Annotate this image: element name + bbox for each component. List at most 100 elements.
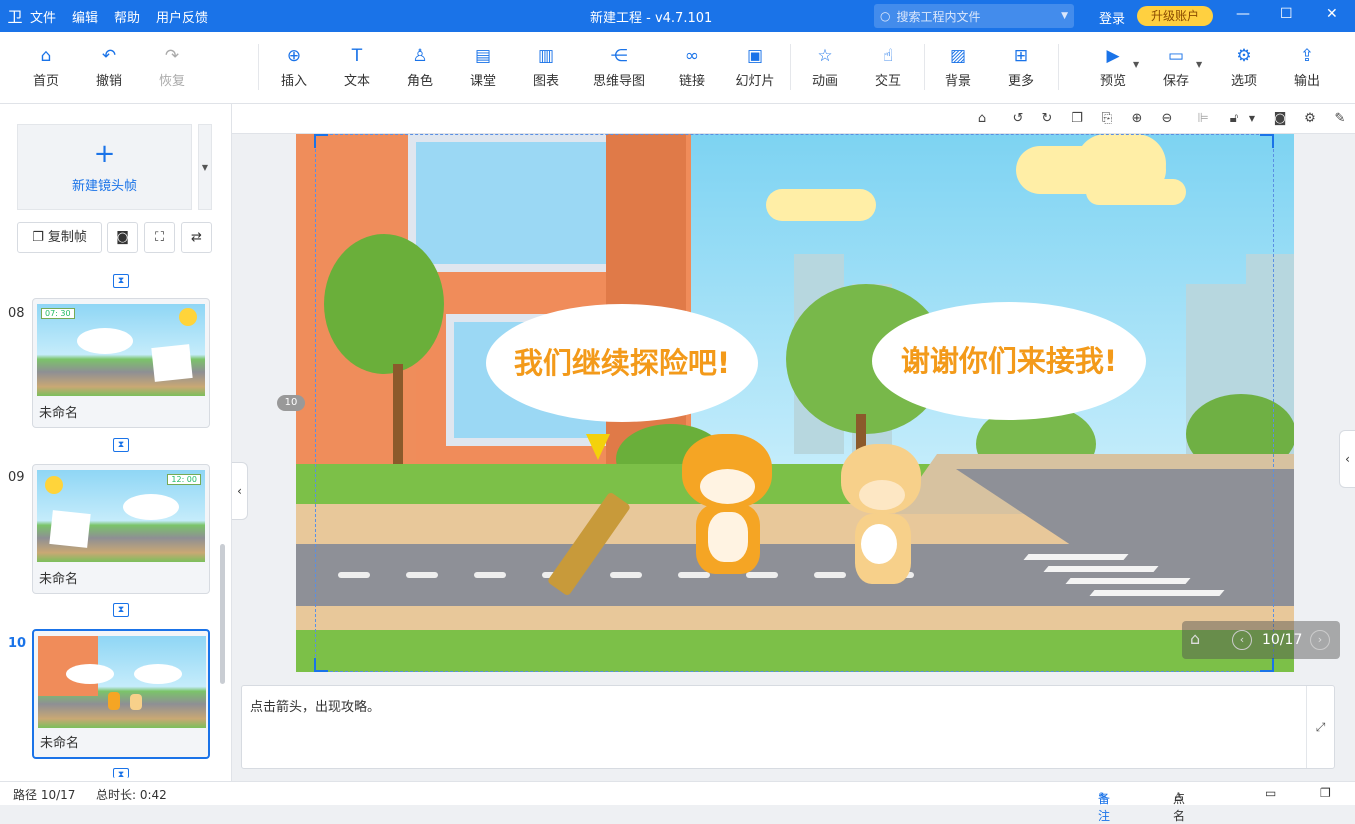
lock-dropdown-icon[interactable]: ▼ xyxy=(1243,110,1261,128)
sidebar-scrollbar[interactable] xyxy=(220,544,225,684)
frame-corner[interactable] xyxy=(1260,134,1274,148)
slide-pager: ⌂ ‹ 10/17 › xyxy=(1182,621,1340,659)
slide-thumbnail[interactable]: 07: 30 未命名 xyxy=(32,298,210,428)
plus-circle-icon: ⊕ xyxy=(286,46,302,66)
zoom-in-icon[interactable]: ⊕ xyxy=(1128,110,1146,128)
lesson-label: 课堂 xyxy=(469,74,496,89)
notes-text[interactable]: 点击箭头，出现攻略。 xyxy=(250,696,380,715)
expand-panel-button[interactable]: ‹ xyxy=(1339,430,1355,488)
align-icon[interactable]: ⊫ xyxy=(1194,110,1212,128)
next-slide-button[interactable]: › xyxy=(1310,630,1330,650)
home-icon[interactable]: ⌂ xyxy=(973,110,991,128)
screen-icon[interactable]: ▭ xyxy=(1265,786,1276,800)
undo-button[interactable]: ↶ 撤销 xyxy=(79,46,139,89)
background-button[interactable]: ▨ 背景 xyxy=(928,46,988,89)
prev-slide-button[interactable]: ‹ xyxy=(1232,630,1252,650)
slideshow-button[interactable]: ▣ 幻灯片 xyxy=(725,46,785,89)
window-icon[interactable]: ❐ xyxy=(1320,786,1331,800)
camera-icon[interactable]: ◙ xyxy=(1271,110,1289,128)
edit-icon[interactable]: ✎ xyxy=(1331,110,1349,128)
mindmap-button[interactable]: ⋲ 思维导图 xyxy=(584,46,654,89)
collapse-sidebar-button[interactable]: ‹ xyxy=(232,462,248,520)
more-button[interactable]: ⊞ 更多 xyxy=(991,46,1051,89)
thumbnail-image xyxy=(38,636,206,728)
save-dropdown-icon[interactable]: ▼ xyxy=(1196,60,1202,69)
rollcall-label: 点名 xyxy=(1173,792,1186,823)
frame-corner[interactable] xyxy=(314,134,328,148)
slide-thumbnail-active[interactable]: 未命名 xyxy=(32,629,210,759)
expand-icon[interactable]: ⤢ xyxy=(1306,686,1334,768)
camera-button[interactable]: ◙ xyxy=(107,222,138,253)
options-button[interactable]: ⚙ 选项 xyxy=(1214,46,1274,89)
paste-icon[interactable]: ⎘ xyxy=(1098,110,1116,128)
text-icon: T xyxy=(351,46,363,66)
sun-icon xyxy=(45,476,63,494)
home-button[interactable]: ⌂ 首页 xyxy=(16,46,76,89)
settings-icon[interactable]: ⚙ xyxy=(1301,110,1319,128)
transition-icon[interactable]: ⧗ xyxy=(113,274,129,288)
slide-number: 10 xyxy=(8,636,27,651)
fit-frame-icon: ⛶ xyxy=(154,230,165,245)
minimize-icon[interactable]: — xyxy=(1236,6,1250,22)
copy-frame-label: 复制帧 xyxy=(47,230,87,245)
chevron-down-icon[interactable]: ▼ xyxy=(1061,11,1068,21)
clock-label: 07: 30 xyxy=(41,308,75,319)
speech-bubble xyxy=(123,494,179,520)
home-icon[interactable]: ⌂ xyxy=(1190,629,1200,648)
main-toolbar: ⌂ 首页 ↶ 撤销 ↷ 恢复 ⊕ 插入 T 文本 ♙ 角色 ▤ 课堂 ▥ 图表 ⋲ 思维导图 ∞ 链… xyxy=(0,32,1355,104)
menu-edit[interactable]: 编辑 xyxy=(72,7,98,26)
lesson-button[interactable]: ▤ 课堂 xyxy=(453,46,513,89)
login-button[interactable]: 登录 xyxy=(1099,8,1125,27)
new-frame-button[interactable]: + 新建镜头帧 xyxy=(17,124,192,210)
zoom-out-icon[interactable]: ⊖ xyxy=(1158,110,1176,128)
notes-panel[interactable]: 点击箭头，出现攻略。 ⤢ xyxy=(241,685,1335,769)
slide-thumbnail[interactable]: 12: 00 未命名 xyxy=(32,464,210,594)
text-button[interactable]: T 文本 xyxy=(327,46,387,89)
rotate-left-icon[interactable]: ↺ xyxy=(1009,110,1027,128)
notes-toggle-label: 备注 xyxy=(1098,792,1111,823)
maximize-icon[interactable]: ☐ xyxy=(1280,6,1293,22)
new-frame-dropdown-icon[interactable]: ▼ xyxy=(198,124,212,210)
insert-label: 插入 xyxy=(280,74,307,89)
role-button[interactable]: ♙ 角色 xyxy=(390,46,450,89)
preview-dropdown-icon[interactable]: ▼ xyxy=(1133,60,1139,69)
search-placeholder: 搜索工程内文件 xyxy=(896,9,981,24)
chart-button[interactable]: ▥ 图表 xyxy=(516,46,576,89)
animation-button[interactable]: ☆ 动画 xyxy=(795,46,855,89)
divider xyxy=(258,44,259,90)
fit-frame-button[interactable]: ⛶ xyxy=(144,222,175,253)
home-icon: ⌂ xyxy=(40,46,52,66)
lock-icon[interactable]: 🔓︎ xyxy=(1225,110,1243,128)
link-button[interactable]: ∞ 链接 xyxy=(662,46,722,89)
frame-corner[interactable] xyxy=(314,658,328,672)
divider xyxy=(790,44,791,90)
copy-frame-button[interactable]: ❐ 复制帧 xyxy=(17,222,102,253)
undo-label: 撤销 xyxy=(95,74,122,89)
interaction-button[interactable]: ☝ 交互 xyxy=(858,46,918,89)
interaction-label: 交互 xyxy=(874,74,901,89)
transition-icon[interactable]: ⧗ xyxy=(113,768,129,780)
note-card xyxy=(49,510,91,548)
rotate-right-icon[interactable]: ↻ xyxy=(1038,110,1056,128)
swap-button[interactable]: ⇄ xyxy=(181,222,212,253)
copy-icon: ❐ xyxy=(32,230,48,245)
insert-button[interactable]: ⊕ 插入 xyxy=(264,46,324,89)
new-frame-label: 新建镜头帧 xyxy=(71,179,137,194)
menu-file[interactable]: 文件 xyxy=(30,7,56,26)
transition-icon[interactable]: ⧗ xyxy=(113,438,129,452)
upgrade-button[interactable]: 升级账户 xyxy=(1137,6,1213,26)
swap-icon: ⇄ xyxy=(191,230,202,245)
menu-feedback[interactable]: 用户反馈 xyxy=(156,7,208,26)
frame-corner[interactable] xyxy=(1260,658,1274,672)
copy-icon[interactable]: ❐ xyxy=(1068,110,1086,128)
status-bar: 路径 10/17 总时长: 0:42 ✎ 备注 ♙ 点名 ▭ ❐ xyxy=(0,781,1355,823)
close-icon[interactable]: ✕ xyxy=(1326,6,1338,22)
redo-button[interactable]: ↷ 恢复 xyxy=(142,46,202,89)
transition-icon[interactable]: ⧗ xyxy=(113,603,129,617)
export-button[interactable]: ⇪ 输出 xyxy=(1277,46,1337,89)
app-logo-icon: 卫 xyxy=(7,7,23,26)
speech-bubble xyxy=(77,328,133,354)
camera-frame-guide xyxy=(315,134,1274,672)
search-input[interactable]: ○ 搜索工程内文件 ▼ xyxy=(874,4,1074,28)
menu-help[interactable]: 帮助 xyxy=(114,7,140,26)
